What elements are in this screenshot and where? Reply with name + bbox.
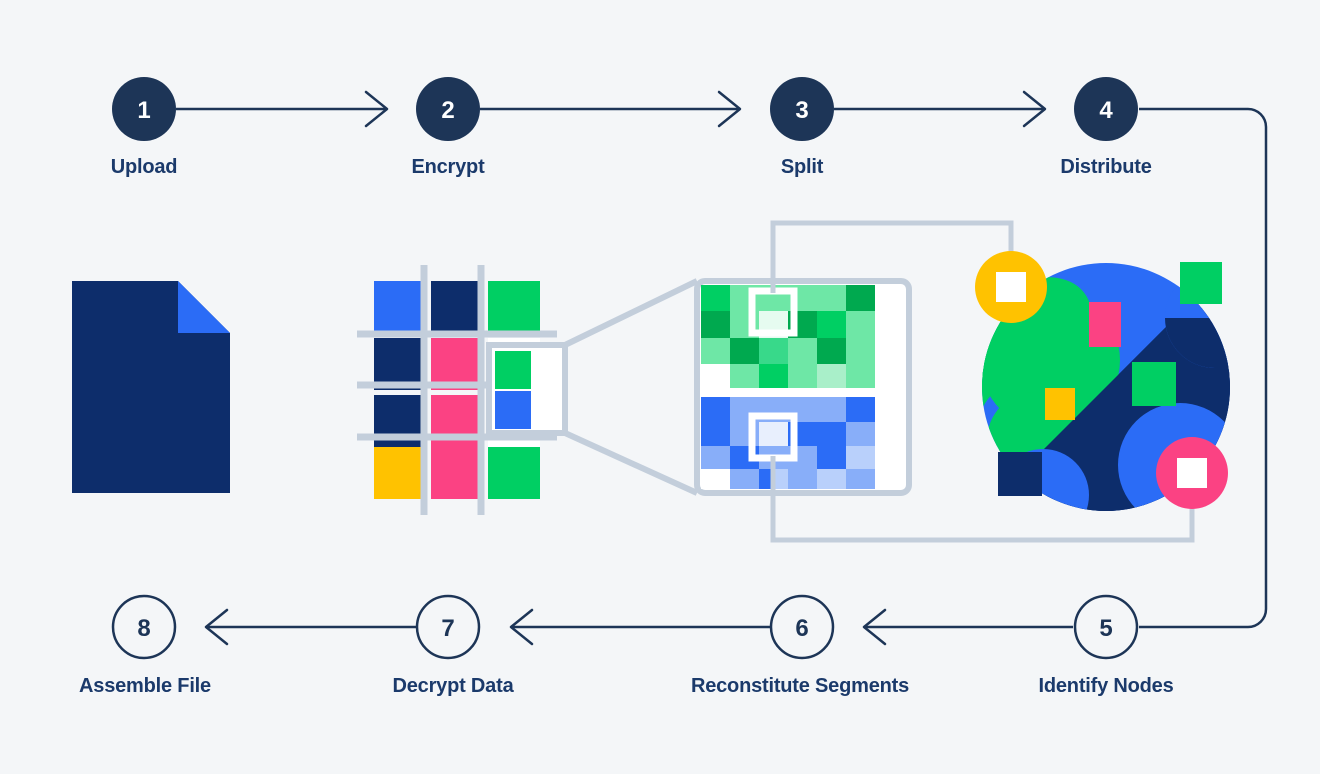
step-label-upload: Upload	[110, 156, 178, 178]
step-circle-5[interactable]: 5	[1073, 594, 1139, 660]
step-circle-4[interactable]: 4	[1074, 77, 1138, 141]
grid-cell	[488, 447, 540, 499]
top-arrow-3-to-4	[834, 90, 1047, 128]
grid-cell	[374, 281, 426, 333]
node-square-green-1	[1180, 262, 1222, 304]
top-arrow-1-to-2	[176, 90, 389, 128]
step-circle-7[interactable]: 7	[415, 594, 481, 660]
selection-cell-green	[495, 351, 531, 389]
step-label-encrypt: Encrypt	[411, 156, 485, 178]
diagram-canvas: 1 2 3 4 8 7 6 5 Upload Encrypt Split Dis…	[0, 0, 1320, 774]
step-number-7: 7	[441, 615, 454, 642]
step-number-2: 2	[441, 97, 454, 124]
step-number-3: 3	[795, 97, 808, 124]
step-circle-3[interactable]: 3	[770, 77, 834, 141]
bottom-arrow-5-to-6	[862, 608, 1073, 646]
split-segments-detail-panel	[694, 278, 912, 496]
encrypted-blocks-grid	[357, 265, 568, 515]
grid-cell	[431, 447, 483, 499]
global-distribution-globe	[975, 251, 1230, 511]
step-circle-6[interactable]: 6	[769, 594, 835, 660]
diagram-svg: 1 2 3 4 8 7 6 5	[72, 77, 1268, 660]
node-square-green-2	[1132, 362, 1176, 406]
zoom-trapezoid-connector	[563, 278, 699, 496]
step-number-8: 8	[137, 615, 150, 642]
blue-segment-pixels	[701, 397, 875, 489]
grid-cell	[374, 447, 426, 499]
node-square-navy	[998, 452, 1042, 496]
node-square-pink	[1089, 302, 1121, 347]
step-label-split: Split	[780, 156, 824, 178]
step-label-identify-nodes: Identify Nodes	[1038, 675, 1174, 697]
step-circle-8[interactable]: 8	[111, 594, 177, 660]
bottom-arrow-7-to-8	[204, 608, 416, 646]
top-arrow-2-to-3	[480, 90, 742, 128]
grid-cell	[431, 281, 483, 333]
step-number-4: 4	[1099, 97, 1113, 124]
step-circle-1[interactable]: 1	[112, 77, 176, 141]
step-number-6: 6	[795, 615, 808, 642]
selection-cell-blue	[495, 391, 531, 429]
bottom-arrow-6-to-7	[509, 608, 770, 646]
step-label-reconstitute-segments: Reconstitute Segments	[690, 675, 910, 697]
node-pin-yellow	[975, 251, 1047, 323]
step-number-5: 5	[1099, 615, 1112, 642]
grid-cell	[488, 281, 540, 333]
node-square-yellow	[1045, 388, 1075, 420]
step-number-1: 1	[137, 97, 150, 124]
document-file-icon	[72, 281, 230, 493]
step-circle-2[interactable]: 2	[416, 77, 480, 141]
step-label-decrypt-data: Decrypt Data	[392, 675, 514, 697]
step-label-assemble-file: Assemble File	[79, 675, 211, 697]
node-pin-pink	[1156, 437, 1228, 509]
step-label-distribute: Distribute	[1060, 156, 1152, 178]
